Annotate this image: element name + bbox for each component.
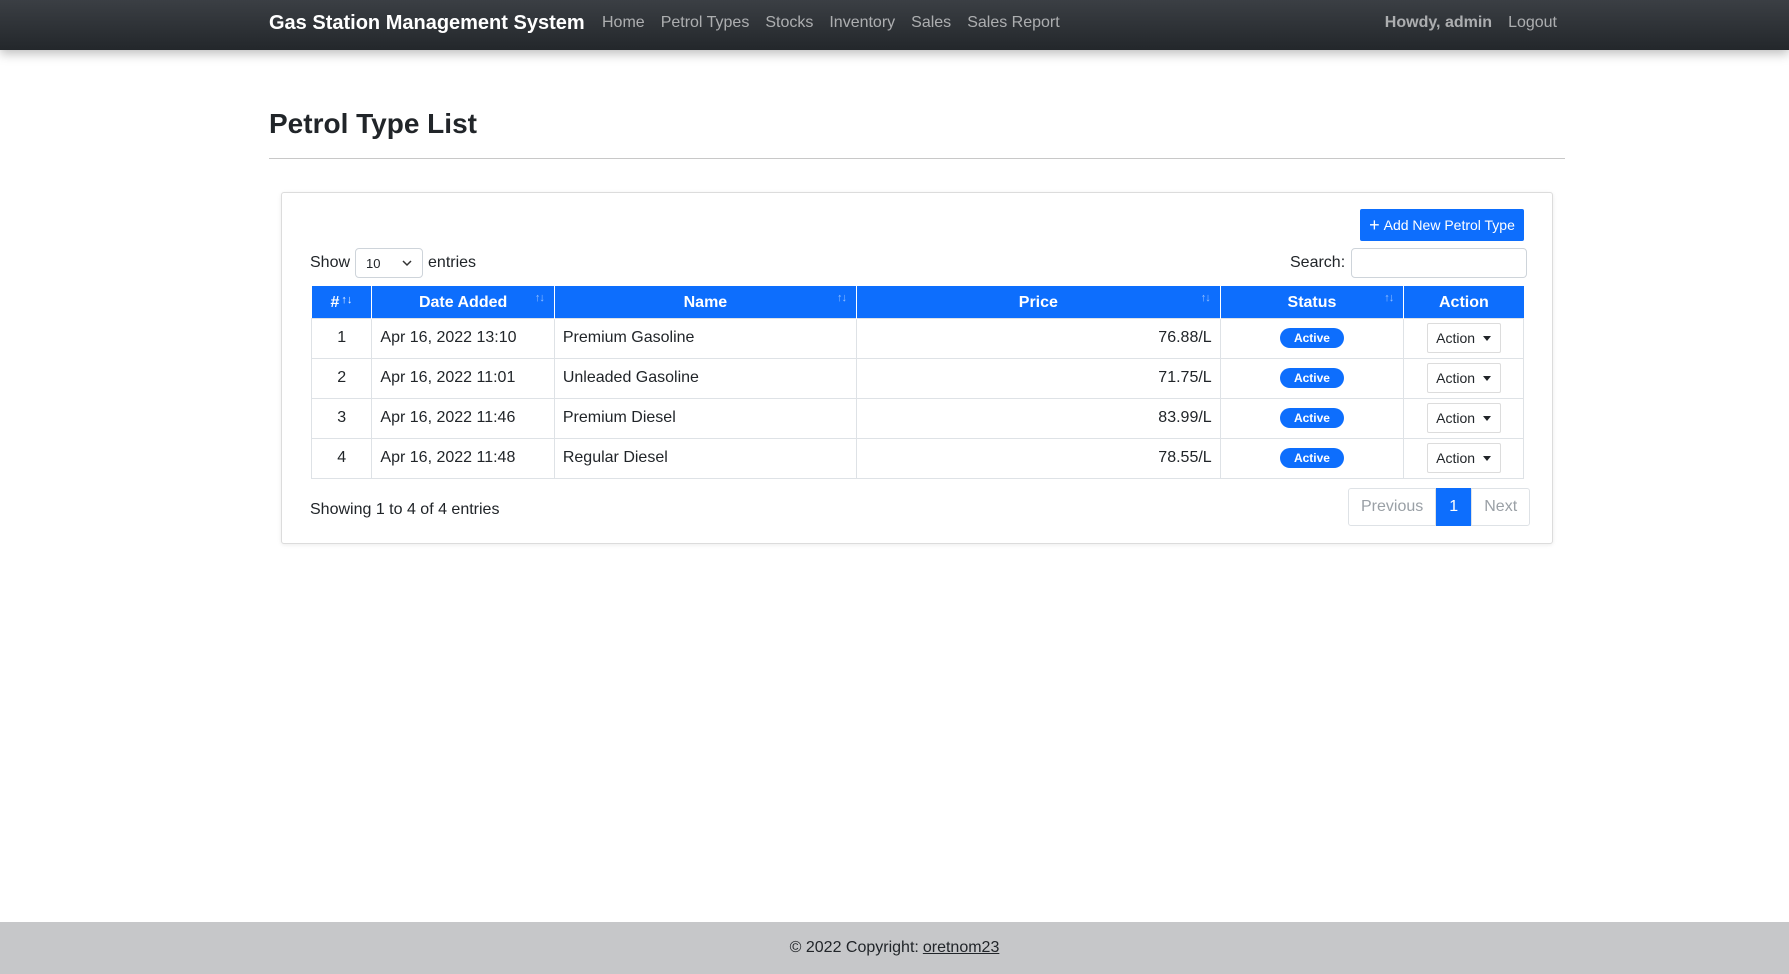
- title-divider: [269, 158, 1565, 159]
- nav-stocks[interactable]: Stocks: [765, 14, 813, 32]
- cell-name: Premium Gasoline: [553, 317, 857, 359]
- caret-down-icon: [1483, 455, 1492, 461]
- add-petrol-type-button[interactable]: + Add New Petrol Type: [1360, 209, 1524, 241]
- caret-down-icon: [1483, 335, 1492, 341]
- sort-icon: ↑↓: [341, 293, 353, 306]
- nav-links: Home Petrol Types Stocks Inventory Sales…: [602, 14, 1076, 32]
- cell-action: Action: [1403, 317, 1524, 359]
- search-label: Search:: [1290, 254, 1346, 271]
- sort-icon: ↑↓: [534, 292, 545, 304]
- action-dropdown-button[interactable]: Action: [1426, 443, 1501, 473]
- entries-label: entries: [428, 254, 477, 271]
- pagination-previous[interactable]: Previous: [1348, 488, 1437, 526]
- entries-select[interactable]: 10: [355, 248, 424, 278]
- column-header-name[interactable]: Name ↑↓: [554, 286, 857, 318]
- cell-date-added: Apr 16, 2022 11:46: [371, 397, 555, 439]
- cell-status: Active: [1219, 437, 1405, 479]
- cell-status: Active: [1219, 397, 1405, 439]
- table-row: 1 Apr 16, 2022 13:10 Premium Gasoline 76…: [310, 317, 1524, 359]
- cell-action: Action: [1403, 437, 1524, 479]
- cell-name: Unleaded Gasoline: [553, 357, 857, 399]
- column-header-price[interactable]: Price ↑↓: [856, 286, 1221, 318]
- column-header-date-added[interactable]: Date Added ↑↓: [371, 286, 555, 318]
- cell-status: Active: [1219, 357, 1405, 399]
- table-row: 4 Apr 16, 2022 11:48 Regular Diesel 78.5…: [310, 437, 1524, 479]
- cell-action: Action: [1403, 357, 1524, 399]
- cell-number: 4: [310, 437, 373, 479]
- status-badge: Active: [1279, 448, 1344, 468]
- action-dropdown-button[interactable]: Action: [1426, 363, 1501, 393]
- action-dropdown-button[interactable]: Action: [1426, 323, 1501, 353]
- caret-down-icon: [1483, 375, 1492, 381]
- footer-copyright: © 2022 Copyright:: [789, 939, 919, 956]
- search-control: Search:: [1290, 248, 1528, 278]
- caret-down-icon: [1483, 415, 1492, 421]
- chevron-down-icon: [402, 259, 412, 266]
- cell-name: Premium Diesel: [553, 397, 857, 439]
- footer-author-link[interactable]: oretnom23: [923, 939, 1000, 957]
- column-header-action: Action: [1403, 286, 1524, 318]
- pagination-page-1[interactable]: 1: [1436, 488, 1472, 526]
- nav-home[interactable]: Home: [602, 14, 645, 32]
- cell-price: 78.55/L: [855, 437, 1221, 479]
- pagination-next[interactable]: Next: [1471, 488, 1531, 526]
- cell-price: 71.75/L: [855, 357, 1221, 399]
- brand-title[interactable]: Gas Station Management System: [269, 12, 585, 35]
- status-badge: Active: [1279, 408, 1344, 428]
- status-badge: Active: [1279, 368, 1344, 388]
- cell-price: 83.99/L: [855, 397, 1221, 439]
- table-row: 3 Apr 16, 2022 11:46 Premium Diesel 83.9…: [310, 397, 1524, 439]
- table-header-row: # ↑↓ Date Added ↑↓ Name ↑↓ Price ↑↓ Status ↑↓…: [311, 286, 1524, 318]
- cell-number: 2: [310, 357, 373, 399]
- nav-sales-report[interactable]: Sales Report: [967, 14, 1060, 32]
- logout-link[interactable]: Logout: [1508, 14, 1557, 32]
- cell-date-added: Apr 16, 2022 13:10: [371, 317, 555, 359]
- sort-icon: ↑↓: [1200, 292, 1211, 304]
- cell-price: 76.88/L: [855, 317, 1221, 359]
- column-header-number[interactable]: # ↑↓: [311, 286, 373, 318]
- top-navbar: Gas Station Management System Home Petro…: [0, 0, 1789, 50]
- petrol-type-table: # ↑↓ Date Added ↑↓ Name ↑↓ Price ↑↓ Status ↑↓…: [310, 286, 1524, 479]
- greeting: Howdy, admin: [1384, 14, 1493, 31]
- action-dropdown-button[interactable]: Action: [1426, 403, 1501, 433]
- add-button-label: Add New Petrol Type: [1383, 217, 1515, 233]
- page-title: Petrol Type List: [269, 108, 477, 139]
- column-header-status[interactable]: Status ↑↓: [1220, 286, 1405, 318]
- cell-action: Action: [1403, 397, 1524, 439]
- cell-name: Regular Diesel: [553, 437, 857, 479]
- sort-icon: ↑↓: [836, 292, 847, 304]
- footer: © 2022 Copyright: oretnom23: [0, 922, 1789, 974]
- nav-inventory[interactable]: Inventory: [829, 14, 895, 32]
- table-info: Showing 1 to 4 of 4 entries: [310, 501, 500, 518]
- cell-number: 3: [310, 397, 373, 439]
- status-badge: Active: [1279, 328, 1344, 348]
- sort-icon: ↑↓: [1384, 292, 1394, 304]
- table-row: 2 Apr 16, 2022 11:01 Unleaded Gasoline 7…: [310, 357, 1524, 399]
- nav-user-area: Howdy, admin Logout: [1385, 14, 1557, 32]
- pagination: Previous 1 Next: [1348, 488, 1531, 526]
- plus-icon: +: [1369, 215, 1380, 235]
- entries-control: Show 10 entries: [310, 248, 476, 278]
- show-label: Show: [310, 254, 351, 271]
- nav-sales[interactable]: Sales: [911, 14, 951, 32]
- cell-date-added: Apr 16, 2022 11:01: [371, 357, 555, 399]
- entries-value: 10: [366, 255, 381, 271]
- cell-status: Active: [1219, 317, 1405, 359]
- cell-date-added: Apr 16, 2022 11:48: [371, 437, 555, 479]
- cell-number: 1: [310, 317, 373, 359]
- nav-petrol-types[interactable]: Petrol Types: [661, 14, 750, 32]
- search-input[interactable]: [1351, 248, 1528, 278]
